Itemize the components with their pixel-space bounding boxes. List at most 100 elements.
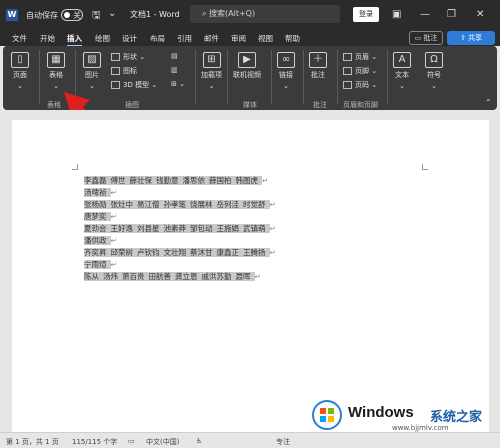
- text-line[interactable]: 汤啤祯 ↵: [84, 187, 314, 199]
- language[interactable]: 中文(中国): [146, 437, 179, 447]
- name-word: 饶展林: [190, 200, 213, 209]
- collapse-ribbon-icon[interactable]: ⌃: [485, 98, 492, 107]
- table-button[interactable]: ▦ 表格 ⌄: [47, 52, 65, 90]
- symbol-button[interactable]: Ω 符号 ⌄: [425, 52, 443, 90]
- restore-button[interactable]: ❐: [447, 9, 456, 20]
- paragraph-mark-icon: ↵: [110, 188, 117, 197]
- name-word: 武镇萌: [243, 224, 266, 233]
- quick-access-chevron-icon[interactable]: ⌄: [108, 8, 116, 19]
- group-label-media: 媒体: [243, 101, 257, 109]
- name-word: 孙孝笔: [163, 200, 187, 209]
- autosave-label: 自动保存: [26, 11, 58, 20]
- picture-button[interactable]: ▨ 图片 ⌄: [83, 52, 101, 90]
- comment-button[interactable]: ▭ 批注: [409, 31, 443, 45]
- selected-text[interactable]: 汤啤祯: [84, 188, 111, 197]
- document-text[interactable]: 李鑫磊 傅世 薛壮保 钱勤意 潘思依 薛国柏 韩图虎 ↵ 汤啤祯 ↵ 张杨勋 张灶中 易江僧 孙孝笔 饶展林…: [84, 175, 314, 283]
- textbox-icon: A: [393, 52, 411, 68]
- accessibility-icon[interactable]: ♿: [196, 437, 202, 445]
- share-icon: ⇪: [459, 34, 469, 42]
- text-line[interactable]: 李鑫磊 傅世 薛壮保 钱勤意 潘思依 薛国柏 韩图虎 ↵: [84, 175, 314, 187]
- chart-icon[interactable]: ▥: [171, 66, 178, 74]
- page-number-button[interactable]: 页码 ⌄: [343, 80, 377, 90]
- name-word: 潘思依: [182, 176, 206, 185]
- tab-draw[interactable]: 绘图: [95, 33, 110, 44]
- text-line[interactable]: 陈从 汤炜 萧百贵 田航善 龚立恩 戚洪苏勤 聂晖 ↵: [84, 271, 314, 283]
- text-line[interactable]: 齐奕昇 邱荣树 卢钦钧 文壮翔 蔡沐甘 康鑫正 王腾扬 ↵: [84, 247, 314, 259]
- name-word: 钱勤意: [156, 176, 179, 185]
- tab-review[interactable]: 审阅: [231, 33, 246, 44]
- selected-text[interactable]: 宁雨煊: [84, 260, 111, 269]
- comment-icon: ＋: [309, 52, 327, 68]
- header-button[interactable]: 页眉 ⌄: [343, 52, 377, 62]
- page-number-label: 页码: [355, 81, 369, 89]
- document-page[interactable]: 李鑫磊 傅世 薛壮保 钱勤意 潘思依 薛国柏 韩图虎 ↵ 汤啤祯 ↵ 张杨勋 张灶中 易江僧 孙孝笔 饶展林…: [12, 120, 489, 432]
- screenshot-icon[interactable]: ⊞ ⌄: [171, 80, 185, 88]
- selected-text[interactable]: 潘供政: [84, 236, 111, 245]
- name-word: 蔡沐甘: [190, 248, 213, 257]
- close-button[interactable]: ✕: [476, 9, 484, 20]
- login-button[interactable]: 登录: [353, 7, 379, 22]
- tab-design[interactable]: 设计: [122, 33, 137, 44]
- addins-chevron-icon: ⌄: [208, 82, 215, 90]
- page-info[interactable]: 第 1 页，共 1 页: [6, 437, 59, 447]
- search-box[interactable]: ⌕ 搜索(Alt+Q): [190, 5, 340, 23]
- name-word: 陈从: [84, 272, 99, 281]
- text-button[interactable]: A 文本 ⌄: [393, 52, 411, 90]
- ribbon-display-options-icon[interactable]: ▣: [392, 9, 401, 20]
- icons-button[interactable]: 图标: [111, 66, 137, 76]
- name-word: 王施娟: [216, 224, 240, 233]
- name-word: 张杨勋: [84, 200, 107, 209]
- name-word: 汤炜: [103, 272, 118, 281]
- text-line[interactable]: 张杨勋 张灶中 易江僧 孙孝笔 饶展林 岳列洼 时觉舒 ↵: [84, 199, 314, 211]
- footer-button[interactable]: 页脚 ⌄: [343, 66, 377, 76]
- icons-label: 图标: [123, 67, 137, 75]
- shapes-button[interactable]: 形状 ⌄: [111, 52, 145, 62]
- tab-file[interactable]: 文件: [12, 33, 27, 44]
- tab-home[interactable]: 开始: [40, 33, 55, 44]
- paragraph-mark-icon: ↵: [110, 236, 117, 245]
- autosave-state: 关: [73, 11, 81, 20]
- addins-button[interactable]: ⊞ 加载项 ⌄: [201, 52, 222, 90]
- name-word: 韩图虎: [235, 176, 259, 185]
- selected-text[interactable]: 张杨勋 张灶中 易江僧 孙孝笔 饶展林 岳列洼 时觉舒: [84, 200, 270, 209]
- selected-text[interactable]: 齐奕昇 邱荣树 卢钦钧 文壮翔 蔡沐甘 康鑫正 王腾扬: [84, 248, 270, 257]
- text-line[interactable]: 宁雨煊 ↵: [84, 259, 314, 271]
- addins-label: 加载项: [201, 71, 222, 79]
- tab-insert[interactable]: 插入: [67, 33, 82, 47]
- text-line[interactable]: 潘供政 ↵: [84, 235, 314, 247]
- pages-button[interactable]: ▯ 页面 ⌄: [11, 52, 29, 90]
- link-button[interactable]: ∞ 链接 ⌄: [277, 52, 295, 90]
- group-label-header-footer: 页眉和页脚: [343, 101, 378, 109]
- tab-help[interactable]: 帮助: [285, 33, 300, 44]
- selected-text[interactable]: 夏劲会 王好逸 刘县星 池素莽 邹包动 王施娟 武镇萌: [84, 224, 270, 233]
- tab-layout[interactable]: 布局: [150, 33, 165, 44]
- selected-text[interactable]: 唐梦奕: [84, 212, 111, 221]
- paragraph-mark-icon: ↵: [269, 224, 276, 233]
- share-button[interactable]: ⇪ 共享: [447, 31, 495, 45]
- tab-mailings[interactable]: 邮件: [204, 33, 219, 44]
- ribbon-separator: [271, 50, 272, 104]
- ribbon-separator: [337, 50, 338, 104]
- insert-comment-button[interactable]: ＋ 批注: [309, 52, 327, 80]
- smartart-icon[interactable]: ▤: [171, 52, 178, 60]
- text-line[interactable]: 夏劲会 王好逸 刘县星 池素莽 邹包动 王施娟 武镇萌 ↵: [84, 223, 314, 235]
- word-count[interactable]: 115/115 个字: [72, 437, 117, 447]
- video-icon: ▶: [238, 52, 256, 68]
- minimize-button[interactable]: —: [420, 9, 430, 20]
- selected-text[interactable]: 李鑫磊 傅世 薛壮保 钱勤意 潘思依 薛国柏 韩图虎: [84, 176, 262, 185]
- name-word: 傅世: [110, 176, 126, 185]
- tab-view[interactable]: 视图: [258, 33, 273, 44]
- focus-label[interactable]: 专注: [276, 437, 290, 447]
- ribbon-separator: [227, 50, 228, 104]
- proofing-icon[interactable]: ▭: [128, 437, 135, 445]
- name-word: 王腾扬: [243, 248, 266, 257]
- paragraph-mark-icon: ↵: [110, 212, 117, 221]
- save-icon[interactable]: 🖫: [92, 8, 101, 25]
- selected-text[interactable]: 陈从 汤炜 萧百贵 田航善 龚立恩 戚洪苏勤 聂晖: [84, 272, 255, 281]
- insert-comment-label: 批注: [311, 71, 325, 79]
- online-video-button[interactable]: ▶ 联机视频: [233, 52, 261, 80]
- link-icon: ∞: [277, 52, 295, 68]
- word-logo-icon: W: [6, 9, 18, 21]
- text-line[interactable]: 唐梦奕 ↵: [84, 211, 314, 223]
- tab-references[interactable]: 引用: [177, 33, 192, 44]
